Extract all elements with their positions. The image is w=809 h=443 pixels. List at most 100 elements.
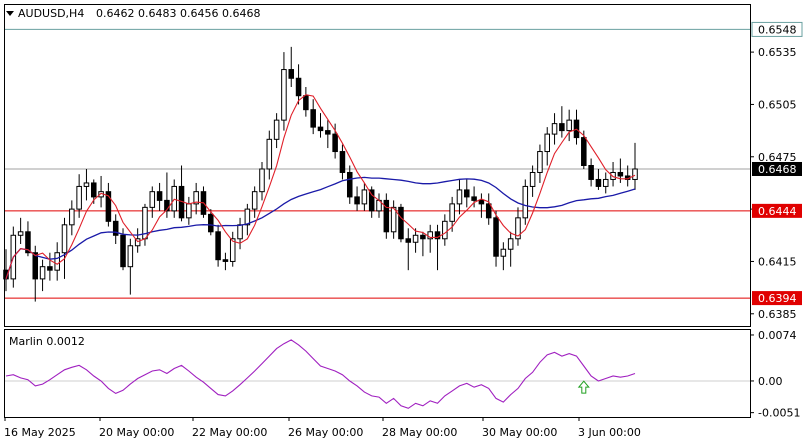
- candle: [288, 46, 295, 87]
- candle: [544, 127, 550, 166]
- candle: [303, 86, 309, 117]
- price-panel-frame: [4, 4, 751, 327]
- candle: [485, 193, 492, 225]
- bear-candle-body: [295, 77, 302, 97]
- bull-candle-body: [537, 151, 543, 173]
- indicator-tick-label: -0.0051: [758, 407, 800, 420]
- bull-candle-body: [237, 224, 243, 240]
- candle: [507, 231, 514, 267]
- candle: [229, 231, 236, 267]
- price-tick-label: 0.6475: [758, 151, 797, 164]
- candles-group: [3, 46, 638, 302]
- candle: [478, 193, 485, 218]
- bear-candle-body: [559, 123, 565, 132]
- bull-candle-body: [259, 168, 265, 193]
- candle: [412, 228, 419, 253]
- candle: [434, 224, 441, 271]
- candle: [310, 99, 316, 135]
- time-tick-label: 26 May 00:00: [288, 426, 363, 439]
- candle: [149, 186, 156, 218]
- candle: [376, 193, 382, 218]
- price-tick-label: 0.6415: [758, 255, 797, 268]
- bull-candle-body: [54, 252, 60, 271]
- bear-candle-body: [420, 234, 426, 240]
- bear-candle-body: [47, 266, 53, 271]
- bull-candle-body: [69, 208, 75, 226]
- candle: [595, 168, 602, 190]
- price-tick-label: 0.6535: [758, 46, 797, 59]
- bull-candle-body: [244, 208, 251, 226]
- candle: [500, 242, 507, 271]
- candle: [259, 162, 265, 201]
- top-level-price-text: 0.6548: [758, 23, 797, 36]
- chart-symbol: AUDUSD,H4: [18, 7, 84, 20]
- candle: [295, 64, 302, 105]
- candle: [251, 186, 258, 218]
- bear-candle-body: [478, 199, 485, 205]
- bull-candle-body: [551, 123, 558, 135]
- candle: [361, 182, 368, 211]
- candle: [273, 113, 280, 149]
- candle: [186, 196, 192, 225]
- bull-candle-body: [602, 178, 609, 187]
- candle: [215, 224, 221, 267]
- bear-candle-body: [303, 95, 309, 111]
- bull-candle-body: [529, 171, 536, 187]
- marlin-oscillator-line: [5, 339, 636, 409]
- bear-candle-body: [617, 171, 624, 177]
- bull-candle-body: [251, 191, 258, 210]
- current-price-text: 0.6468: [758, 163, 797, 176]
- price-tick-label: 0.6385: [758, 308, 797, 321]
- indicator-tick-label: 0.0074: [758, 329, 797, 342]
- candle: [325, 120, 331, 149]
- bear-candle-body: [317, 126, 324, 132]
- candle: [69, 200, 75, 236]
- bull-candle-body: [442, 220, 448, 240]
- time-axis: 16 May 2025 20 May 00:00 22 May 00:00 26 Ma…: [4, 417, 641, 439]
- candle: [112, 214, 119, 245]
- bull-candle-body: [83, 182, 90, 187]
- candle: [346, 165, 353, 204]
- level-2-price-text: 0.6394: [758, 292, 797, 305]
- candle: [464, 179, 470, 208]
- candle: [105, 182, 112, 227]
- candle: [127, 238, 134, 295]
- candle: [61, 217, 68, 279]
- bull-candle-body: [127, 245, 134, 268]
- bull-candle-body: [412, 234, 419, 243]
- bull-candle-body: [449, 203, 455, 222]
- bear-candle-body: [346, 171, 353, 198]
- candle: [317, 113, 324, 138]
- bull-candle-body: [456, 189, 463, 205]
- bull-candle-body: [149, 191, 156, 208]
- candle: [529, 165, 536, 197]
- bear-candle-body: [588, 165, 594, 180]
- bull-candle-body: [76, 185, 82, 210]
- candle: [559, 106, 565, 138]
- bear-candle-body: [222, 259, 229, 262]
- candle: [237, 217, 243, 250]
- price-tick-label: 0.6505: [758, 98, 797, 111]
- candle: [537, 144, 543, 183]
- candle: [368, 186, 375, 218]
- candle: [398, 203, 404, 243]
- time-tick-label: 16 May 2025: [4, 426, 76, 439]
- bear-candle-body: [595, 178, 602, 187]
- symbol-dropdown-icon[interactable]: [6, 11, 14, 16]
- bear-candle-body: [485, 203, 492, 219]
- bear-candle-body: [383, 199, 390, 233]
- bear-candle-body: [310, 109, 316, 128]
- chart-ohlc: 0.6462 0.6483 0.6456 0.6468: [96, 7, 260, 20]
- bear-candle-body: [398, 206, 404, 240]
- bull-candle-body: [171, 185, 177, 212]
- bull-candle-body: [273, 119, 280, 140]
- current-price-label: 0.6468: [752, 161, 802, 176]
- bear-candle-body: [405, 238, 412, 243]
- candle: [339, 144, 346, 180]
- bull-candle-body: [632, 168, 638, 180]
- bull-candle-body: [61, 224, 68, 254]
- candle: [456, 179, 463, 215]
- candle: [54, 242, 60, 281]
- top-level-price-label: 0.6548: [751, 21, 803, 37]
- candle: [390, 200, 397, 239]
